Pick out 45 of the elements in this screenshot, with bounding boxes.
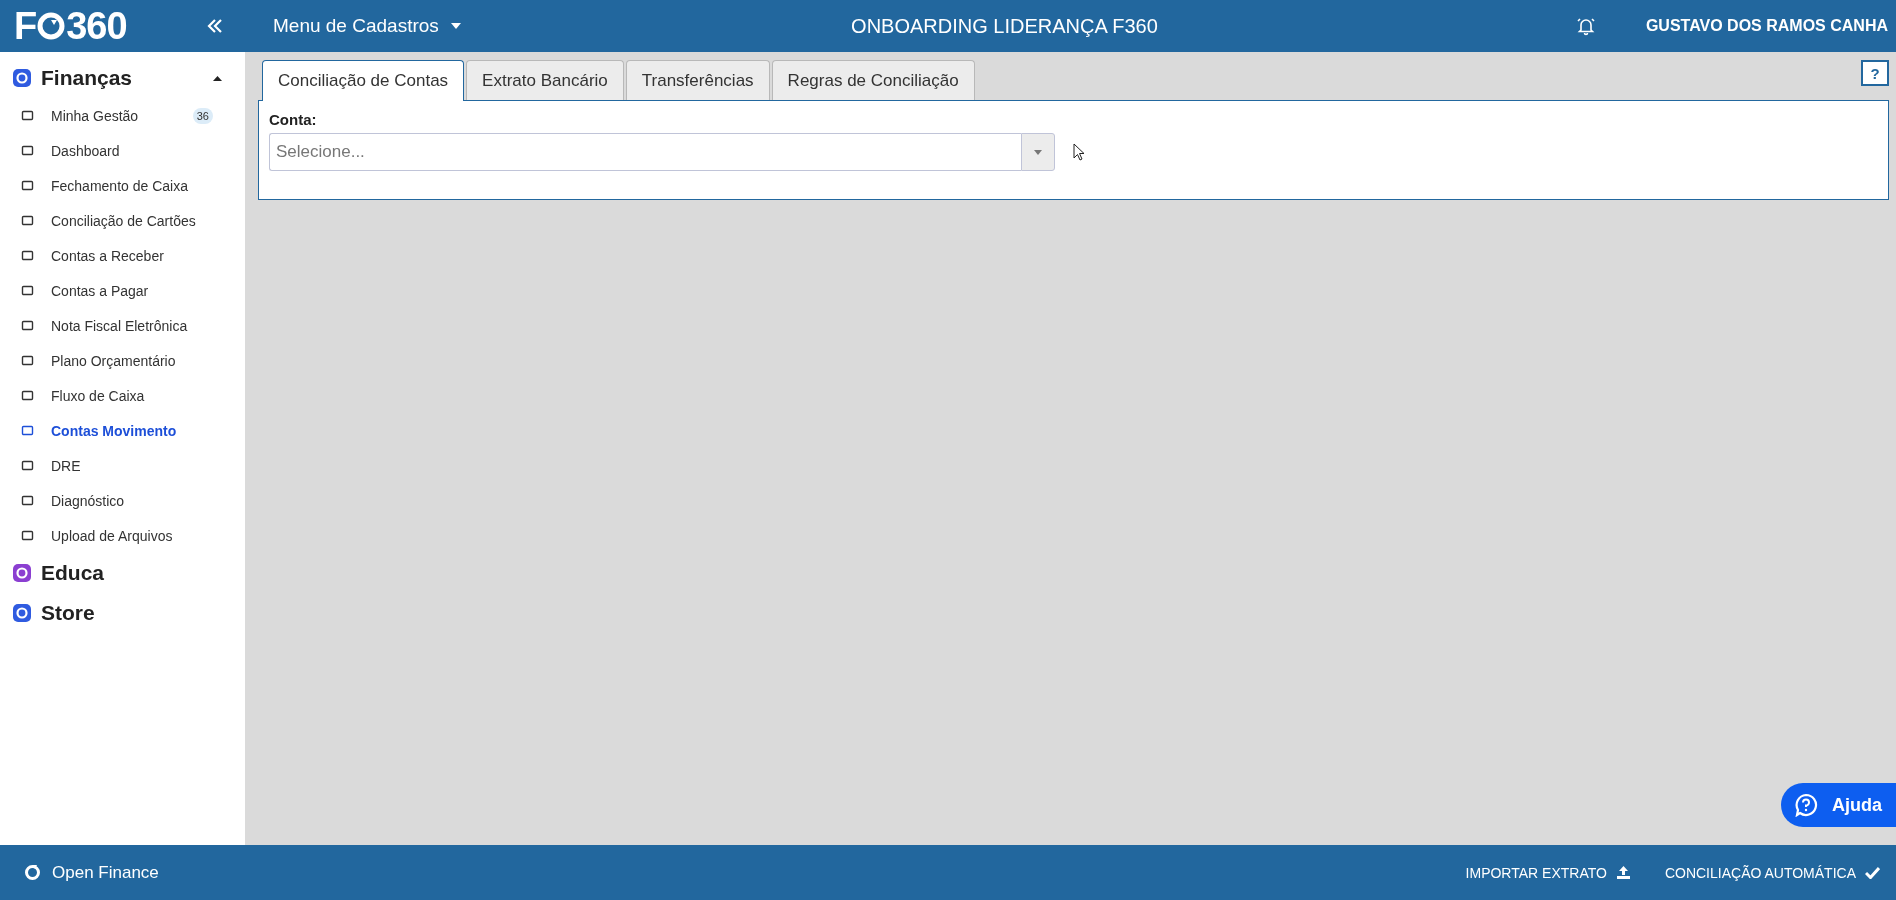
sidebar-section[interactable]: Store xyxy=(0,593,245,633)
tab[interactable]: Extrato Bancário xyxy=(466,60,624,100)
user-menu[interactable]: GUSTAVO DOS RAMOS CANHA xyxy=(1645,17,1888,35)
help-chat-button[interactable]: Ajuda xyxy=(1781,783,1896,827)
sidebar-item[interactable]: Dashboard xyxy=(0,133,245,168)
logo: F 360 xyxy=(14,4,127,48)
sidebar-item[interactable]: DRE xyxy=(0,448,245,483)
tab[interactable]: Regras de Conciliação xyxy=(771,60,975,100)
sidebar-item[interactable]: Fluxo de Caixa xyxy=(0,378,245,413)
account-select[interactable]: Selecione... xyxy=(269,133,1021,171)
app-icon xyxy=(13,564,31,582)
menu-dropdown[interactable]: Menu de Cadastros xyxy=(273,15,573,37)
sidebar-item[interactable]: Contas a Receber xyxy=(0,238,245,273)
caret-icon xyxy=(1034,149,1042,155)
question-bubble-icon xyxy=(1794,793,1818,817)
page-title: ONBOARDING LIDERANÇA F360 xyxy=(850,14,1159,38)
upload-icon xyxy=(1615,865,1631,880)
sidebar-item[interactable]: Upload de Arquivos xyxy=(0,518,245,553)
sidebar-item[interactable]: Fechamento de Caixa xyxy=(0,168,245,203)
cursor-icon xyxy=(1073,143,1085,161)
sidebar-item[interactable]: Nota Fiscal Eletrônica xyxy=(0,308,245,343)
sidebar-item[interactable]: Contas a Pagar xyxy=(0,273,245,308)
sidebar-item[interactable]: Diagnóstico xyxy=(0,483,245,518)
sidebar-section[interactable]: Educa xyxy=(0,553,245,593)
sidebar-item[interactable]: Plano Orçamentário xyxy=(0,343,245,378)
tab[interactable]: Conciliação de Contas xyxy=(262,60,465,101)
count-badge: 36 xyxy=(192,107,213,124)
checkmark-icon xyxy=(1865,866,1880,879)
bell-icon[interactable] xyxy=(1575,16,1596,36)
help-button[interactable]: ? xyxy=(1861,60,1889,86)
sidebar-item[interactable]: Conciliação de Cartões xyxy=(0,203,245,238)
app-icon xyxy=(13,604,31,622)
collapse-icon[interactable] xyxy=(207,19,223,33)
sidebar-item[interactable]: Contas Movimento xyxy=(0,413,245,448)
tab[interactable]: Transferências xyxy=(625,60,770,100)
open-finance-link[interactable]: Open Finance xyxy=(24,862,159,883)
caret-icon xyxy=(450,23,461,29)
dropdown-toggle[interactable] xyxy=(1021,133,1055,171)
card-icon xyxy=(21,214,34,227)
footer-action[interactable]: CONCILIAÇÃO AUTOMÁTICA xyxy=(1664,864,1880,881)
sidebar-item[interactable]: Minha Gestão 36 xyxy=(0,98,245,133)
app-icon xyxy=(13,69,31,87)
footer-action[interactable]: IMPORTAR EXTRATO xyxy=(1465,864,1631,881)
sidebar-section[interactable]: Finanças xyxy=(0,58,245,98)
field-label: Conta: xyxy=(269,111,318,128)
